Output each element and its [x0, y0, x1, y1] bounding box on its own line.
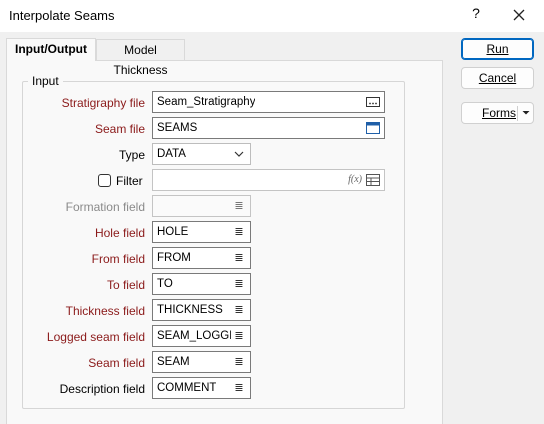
from-field-input[interactable]: FROM ≣	[152, 247, 251, 269]
chevron-down-icon	[232, 148, 246, 160]
list-icon: ≣	[234, 200, 244, 212]
function-icon[interactable]: f(x)	[348, 174, 362, 185]
logged-seam-field-label: Logged seam field	[46, 330, 145, 344]
stratigraphy-file-value: Seam_Stratigraphy	[157, 96, 256, 108]
formation-field-input: ≣	[152, 195, 251, 217]
type-value: DATA	[157, 148, 186, 160]
list-icon[interactable]: ≣	[232, 304, 246, 316]
thickness-field-label: Thickness field	[65, 304, 145, 318]
tab-input-output[interactable]: Input/Output	[6, 38, 96, 61]
list-icon[interactable]: ≣	[232, 330, 246, 342]
description-field-label: Description field	[59, 382, 145, 396]
input-group-title: Input	[28, 74, 63, 88]
stratigraphy-file-input[interactable]: Seam_Stratigraphy	[152, 91, 385, 113]
close-button[interactable]	[508, 4, 530, 26]
table-file-icon[interactable]	[366, 122, 380, 134]
logged-seam-field-value: SEAM_LOGGED	[157, 330, 231, 342]
help-button[interactable]: ?	[468, 5, 484, 25]
list-icon[interactable]: ≣	[232, 252, 246, 264]
seam-field-input[interactable]: SEAM ≣	[152, 351, 251, 373]
filter-label: Filter	[116, 174, 143, 188]
list-icon[interactable]: ≣	[232, 356, 246, 368]
hole-field-input[interactable]: HOLE ≣	[152, 221, 251, 243]
filter-checkbox[interactable]	[98, 174, 111, 187]
browse-ellipsis-icon[interactable]	[366, 96, 380, 108]
cancel-button[interactable]: Cancel	[461, 67, 534, 89]
from-field-value: FROM	[157, 252, 191, 264]
thickness-field-value: THICKNESS	[157, 304, 223, 316]
window-title: Interpolate Seams	[9, 8, 115, 23]
description-field-input[interactable]: COMMENT ≣	[152, 377, 251, 399]
forms-button-label: Forms	[482, 106, 516, 120]
forms-button[interactable]: Forms	[461, 102, 534, 124]
seam-field-label: Seam field	[88, 356, 145, 370]
run-button[interactable]: Run	[461, 38, 534, 60]
tab-model-thickness[interactable]: Model Thickness	[96, 39, 185, 77]
thickness-field-input[interactable]: THICKNESS ≣	[152, 299, 251, 321]
formation-field-label: Formation field	[65, 200, 145, 214]
to-field-value: TO	[157, 278, 173, 290]
list-icon[interactable]: ≣	[232, 226, 246, 238]
cancel-button-label: Cancel	[478, 71, 517, 85]
table-icon[interactable]	[366, 174, 380, 186]
to-field-label: To field	[106, 278, 145, 292]
description-field-value: COMMENT	[157, 382, 217, 394]
filter-expression-input[interactable]: f(x)	[152, 169, 385, 191]
stratigraphy-file-label: Stratigraphy file	[61, 96, 145, 110]
type-label: Type	[118, 148, 145, 162]
logged-seam-field-input[interactable]: SEAM_LOGGED ≣	[152, 325, 251, 347]
seam-file-input[interactable]: SEAMS	[152, 117, 385, 139]
to-field-input[interactable]: TO ≣	[152, 273, 251, 295]
seam-file-label: Seam file	[94, 122, 145, 136]
seam-file-value: SEAMS	[157, 122, 198, 134]
hole-field-label: Hole field	[94, 226, 145, 240]
list-icon[interactable]: ≣	[232, 382, 246, 394]
hole-field-value: HOLE	[157, 226, 189, 238]
seam-field-value: SEAM	[157, 356, 190, 368]
type-select[interactable]: DATA	[152, 143, 251, 165]
list-icon[interactable]: ≣	[232, 278, 246, 290]
forms-split-divider	[517, 106, 518, 121]
run-button-label: Run	[486, 42, 509, 56]
close-icon	[513, 9, 525, 21]
forms-dropdown-arrow-icon[interactable]	[520, 103, 532, 123]
from-field-label: From field	[91, 252, 145, 266]
